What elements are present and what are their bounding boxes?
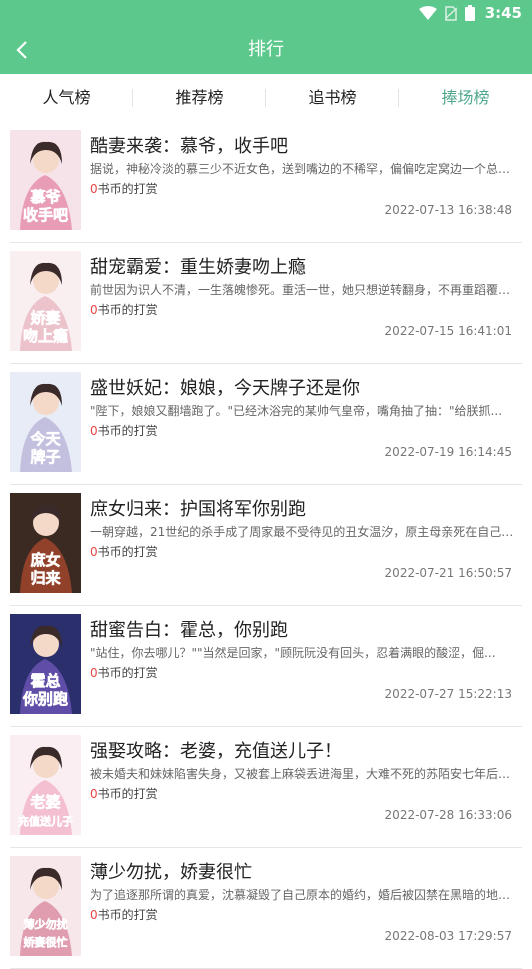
app-bar: 排行: [0, 26, 532, 74]
cover-title-text: 牌子: [30, 448, 60, 466]
cover-title-text: 今天: [29, 430, 61, 448]
update-date: 2022-08-03 17:29:57: [384, 929, 512, 943]
status-bar: 3:45: [0, 0, 532, 26]
update-date: 2022-07-21 16:50:57: [384, 566, 512, 580]
reward-label: 书币的打赏: [97, 666, 158, 680]
book-cover: 庶女 归来: [10, 493, 81, 593]
book-title: 酷妻来袭：慕爷，收手吧: [90, 136, 288, 157]
reward-count: 0: [90, 908, 98, 922]
reward-label: 书币的打赏: [97, 545, 158, 559]
cover-illustration: 庶女归来: [10, 493, 81, 593]
cover-title-text: 充值送儿子: [18, 814, 73, 828]
tab-support[interactable]: 捧场榜: [399, 74, 532, 122]
book-cover: 薄少勿扰 娇妻很忙: [10, 856, 81, 956]
cover-illustration: 慕爷收手吧: [10, 130, 81, 230]
page-title: 排行: [248, 39, 284, 60]
cover-title-text: 庶女: [30, 551, 60, 569]
book-title: 甜宠霸爱：重生娇妻吻上瘾: [90, 257, 306, 278]
update-date: 2022-07-19 16:14:45: [384, 445, 512, 459]
reward-info: 0书币的打赏: [90, 664, 158, 681]
tab-label: 人气榜: [42, 88, 91, 107]
book-description: 前世因为识人不清，一生落魄惨死。重活一世，她只想逆转翻身，不再重蹈覆辙...: [90, 283, 516, 297]
book-list: 慕爷 收手吧 酷妻来袭：慕爷，收手吧 据说，神秘冷淡的慕三少不近女色，送到嘴边的不…: [0, 122, 532, 969]
book-list-item[interactable]: 庶女 归来 庶女归来：护国将军你别跑 一朝穿越，21世纪的杀手成了周家最不受待见的…: [0, 485, 532, 606]
book-title: 庶女归来：护国将军你别跑: [90, 499, 306, 520]
update-date: 2022-07-13 16:38:48: [384, 203, 512, 217]
book-title: 薄少勿扰，娇妻很忙: [90, 862, 252, 883]
chevron-left-icon: [16, 41, 27, 59]
book-cover: 娇妻 吻上瘾: [10, 251, 81, 351]
update-date: 2022-07-28 16:33:06: [384, 808, 512, 822]
reward-info: 0书币的打赏: [90, 543, 158, 560]
cover-title-text: 归来: [30, 569, 61, 587]
reward-count: 0: [90, 545, 98, 559]
book-description: 为了追逐那所谓的真爱，沈慕凝毁了自己原本的婚约，婚后被囚禁在黑暗的地下...: [90, 888, 516, 902]
reward-count: 0: [90, 303, 98, 317]
book-list-item[interactable]: 老婆充值送儿子 强娶攻略：老婆，充值送儿子！ 被未婚夫和妹妹陷害失身，又被套上麻…: [0, 727, 532, 848]
reward-count: 0: [90, 424, 98, 438]
cover-title-text: 收手吧: [23, 206, 68, 224]
book-list-item[interactable]: 慕爷 收手吧 酷妻来袭：慕爷，收手吧 据说，神秘冷淡的慕三少不近女色，送到嘴边的不…: [0, 122, 532, 243]
reward-info: 0书币的打赏: [90, 180, 158, 197]
reward-info: 0书币的打赏: [90, 301, 158, 318]
tab-label: 捧场榜: [441, 88, 490, 107]
reward-label: 书币的打赏: [97, 303, 158, 317]
book-list-item[interactable]: 霍总 你别跑 甜蜜告白：霍总，你别跑 "站住，你去哪儿？""当然是回家，"顾阮阮没…: [0, 606, 532, 727]
reward-count: 0: [90, 787, 98, 801]
ranking-tabs: 人气榜 推荐榜 追书榜 捧场榜: [0, 74, 532, 122]
book-title: 强娶攻略：老婆，充值送儿子！: [90, 741, 342, 762]
tab-label: 推荐榜: [175, 88, 224, 107]
book-cover: 老婆 充值送儿子: [10, 735, 81, 835]
battery-icon: [464, 5, 475, 21]
reward-count: 0: [90, 666, 98, 680]
cover-illustration: 霍总你别跑: [10, 614, 81, 714]
wifi-icon: [418, 6, 437, 20]
reward-label: 书币的打赏: [97, 787, 158, 801]
cover-illustration: 薄少勿扰娇妻很忙: [10, 856, 81, 956]
book-title: 盛世妖妃：娘娘，今天牌子还是你: [90, 378, 360, 399]
cover-title-text: 娇妻: [30, 309, 60, 327]
book-list-item[interactable]: 薄少勿扰 娇妻很忙 薄少勿扰，娇妻很忙 为了追逐那所谓的真爱，沈慕凝毁了自己原本的…: [0, 848, 532, 969]
update-date: 2022-07-27 15:22:13: [384, 687, 512, 701]
cover-title-text: 你别跑: [22, 690, 68, 708]
reward-label: 书币的打赏: [97, 182, 158, 196]
reward-label: 书币的打赏: [97, 908, 158, 922]
cover-title-text: 霍总: [30, 672, 60, 690]
reward-info: 0书币的打赏: [90, 906, 158, 923]
reward-count: 0: [90, 182, 98, 196]
cover-title-text: 慕爷: [29, 188, 61, 206]
no-sim-icon: [444, 5, 457, 21]
book-cover: 慕爷 收手吧: [10, 130, 81, 230]
tab-label: 追书榜: [308, 88, 357, 107]
cover-title-text: 吻上瘾: [23, 327, 68, 345]
book-list-item[interactable]: 娇妻 吻上瘾 甜宠霸爱：重生娇妻吻上瘾 前世因为识人不清，一生落魄惨死。重活一世，…: [0, 243, 532, 364]
book-description: "陛下，娘娘又翻墙跑了。"已经沐浴完的某帅气皇帝，嘴角抽了抽："给朕抓...: [90, 404, 503, 418]
reward-info: 0书币的打赏: [90, 785, 158, 802]
update-date: 2022-07-15 16:41:01: [384, 324, 512, 338]
cover-title-text: 老婆: [29, 793, 60, 811]
reward-info: 0书币的打赏: [90, 422, 158, 439]
tab-follow[interactable]: 追书榜: [266, 74, 399, 122]
cover-illustration: 今天牌子: [10, 372, 81, 472]
cover-illustration: 娇妻吻上瘾: [10, 251, 81, 351]
status-time: 3:45: [484, 4, 522, 22]
book-cover: 霍总 你别跑: [10, 614, 81, 714]
book-description: 一朝穿越，21世纪的杀手成了周家最不受待见的丑女温汐，原主母亲死在自己目...: [90, 525, 516, 539]
back-button[interactable]: [6, 34, 38, 66]
book-cover: 今天 牌子: [10, 372, 81, 472]
book-description: 据说，神秘冷淡的慕三少不近女色，送到嘴边的不稀罕，偏偏吃定窝边一个总想...: [90, 162, 516, 176]
book-list-item[interactable]: 今天 牌子 盛世妖妃：娘娘，今天牌子还是你 "陛下，娘娘又翻墙跑了。"已经沐浴完的…: [0, 364, 532, 485]
book-description: 被未婚夫和妹妹陷害失身，又被套上麻袋丢进海里，大难不死的苏陌安七年后携...: [90, 767, 516, 781]
reward-label: 书币的打赏: [97, 424, 158, 438]
status-icons: 3:45: [418, 3, 522, 23]
book-description: "站住，你去哪儿？""当然是回家，"顾阮阮没有回头，忍着满眼的酸涩，倔...: [90, 646, 496, 660]
tab-recommend[interactable]: 推荐榜: [133, 74, 266, 122]
tab-popularity[interactable]: 人气榜: [0, 74, 133, 122]
book-title: 甜蜜告白：霍总，你别跑: [90, 620, 288, 641]
cover-title-text: 薄少勿扰: [24, 917, 68, 931]
cover-illustration: 老婆充值送儿子: [10, 735, 81, 835]
